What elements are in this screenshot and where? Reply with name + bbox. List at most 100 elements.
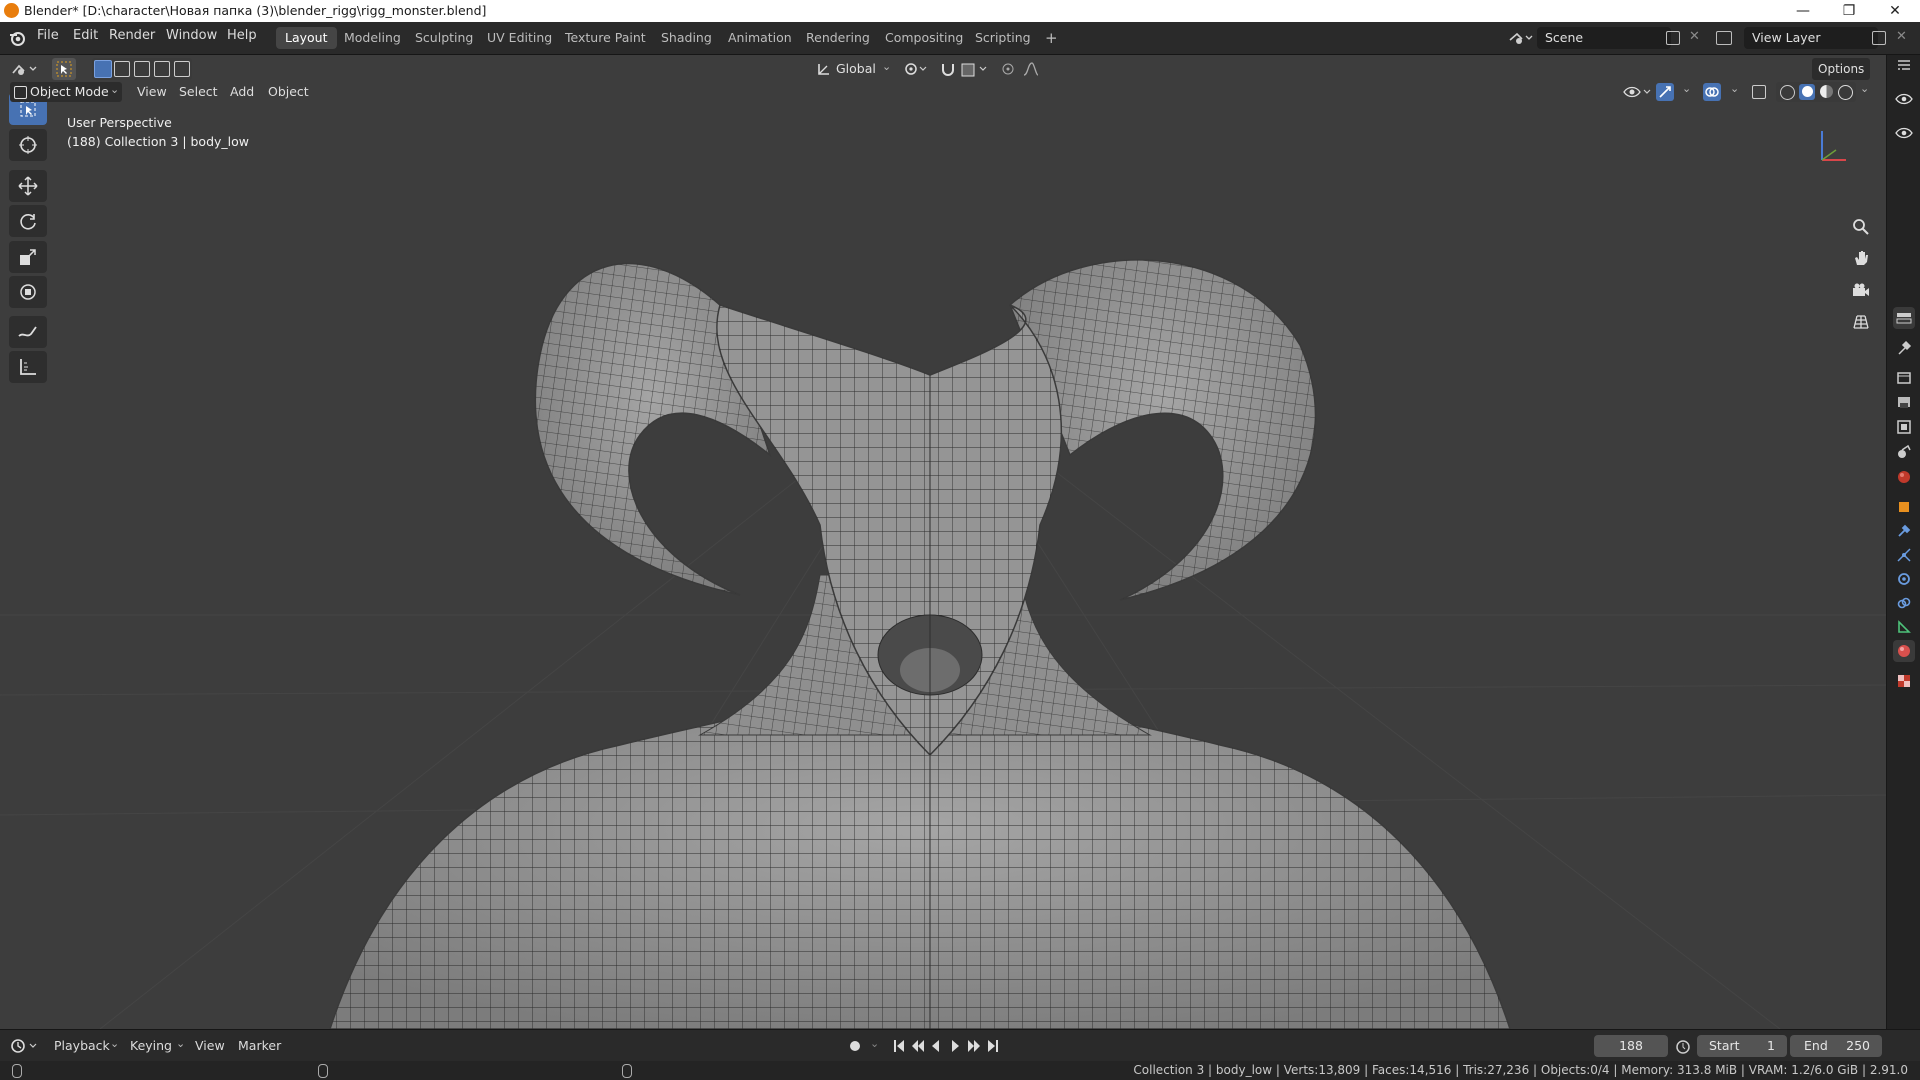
- select-subtract-icon[interactable]: [134, 61, 150, 77]
- transform-orientation-dropdown[interactable]: Global: [836, 61, 876, 76]
- tool-tab[interactable]: [1893, 337, 1915, 359]
- proportional-editing-icon[interactable]: [1000, 60, 1050, 78]
- end-frame-field[interactable]: End 250: [1790, 1035, 1882, 1057]
- data-tab[interactable]: [1893, 616, 1915, 638]
- timeline-menu-playback[interactable]: Playback: [54, 1038, 110, 1053]
- jump-start-button[interactable]: [894, 1035, 912, 1057]
- tab-animation[interactable]: Animation: [719, 27, 801, 49]
- texture-tab[interactable]: [1893, 670, 1915, 692]
- prev-keyframe-button[interactable]: [912, 1035, 932, 1057]
- editor-type-icon[interactable]: [10, 61, 40, 77]
- world-tab[interactable]: [1893, 466, 1915, 488]
- menu-help[interactable]: Help: [227, 28, 257, 43]
- tab-compositing[interactable]: Compositing: [876, 27, 972, 49]
- perspective-toggle-button[interactable]: [1846, 307, 1876, 337]
- tab-scripting[interactable]: Scripting: [966, 27, 1040, 49]
- viewport-scene: [0, 131, 1886, 1029]
- stopwatch-icon[interactable]: [1675, 1038, 1691, 1054]
- visibility-filter-icon[interactable]: [1622, 83, 1652, 101]
- play-button[interactable]: [952, 1035, 972, 1057]
- xray-toggle-icon[interactable]: [1752, 85, 1766, 99]
- view-layer-tab[interactable]: [1893, 416, 1915, 438]
- menu-edit[interactable]: Edit: [73, 28, 98, 43]
- start-frame-field[interactable]: Start 1: [1697, 1035, 1787, 1057]
- overlay-chevron-icon[interactable]: ⌄: [1730, 82, 1739, 95]
- eye-visibility-icon-2[interactable]: [1893, 122, 1915, 144]
- select-new-icon[interactable]: [94, 60, 112, 78]
- scale-tool[interactable]: [9, 241, 47, 273]
- current-frame-field[interactable]: 188: [1594, 1035, 1668, 1057]
- timeline-menu-view[interactable]: View: [195, 1038, 225, 1053]
- physics-tab[interactable]: [1893, 568, 1915, 590]
- add-workspace-button[interactable]: +: [1036, 27, 1067, 49]
- shading-chevron-icon[interactable]: ⌄: [1860, 82, 1869, 95]
- material-tab[interactable]: [1893, 640, 1915, 662]
- gizmo-chevron-icon[interactable]: ⌄: [1682, 82, 1691, 95]
- transform-tool[interactable]: [9, 276, 47, 308]
- view-layer-name-field[interactable]: View Layer: [1744, 27, 1878, 49]
- next-keyframe-button[interactable]: [972, 1035, 992, 1057]
- tab-texture-paint[interactable]: Texture Paint: [556, 27, 655, 49]
- output-tab[interactable]: [1893, 391, 1915, 413]
- zoom-view-button[interactable]: [1846, 212, 1876, 242]
- options-dropdown[interactable]: Options: [1812, 58, 1871, 80]
- timeline-menu-marker[interactable]: Marker: [238, 1038, 281, 1053]
- menu-window[interactable]: Window: [166, 28, 217, 43]
- tab-modeling[interactable]: Modeling: [335, 27, 410, 49]
- pan-view-button[interactable]: [1846, 243, 1876, 273]
- cursor-tool[interactable]: [9, 129, 47, 161]
- particles-tab[interactable]: [1893, 544, 1915, 566]
- move-tool[interactable]: [9, 170, 47, 202]
- delete-view-layer-icon[interactable]: ✕: [1896, 29, 1907, 44]
- close-button[interactable]: ✕: [1872, 0, 1918, 22]
- viewport-menu-select[interactable]: Select: [179, 84, 218, 99]
- select-intersect-icon[interactable]: [174, 61, 190, 77]
- select-extend-icon[interactable]: [114, 61, 130, 77]
- tab-layout[interactable]: Layout: [276, 27, 337, 49]
- tab-uv-editing[interactable]: UV Editing: [478, 27, 561, 49]
- constraints-tab[interactable]: [1893, 592, 1915, 614]
- tab-sculpting[interactable]: Sculpting: [406, 27, 482, 49]
- outliner-toggle-icon[interactable]: [1893, 55, 1915, 77]
- scene-tab[interactable]: [1893, 441, 1915, 463]
- scene-selector-icon[interactable]: [1508, 30, 1534, 46]
- measure-tool[interactable]: [9, 351, 47, 383]
- new-view-layer-icon[interactable]: [1872, 31, 1886, 45]
- object-mode-dropdown[interactable]: Object Mode: [30, 84, 109, 99]
- scene-name-field[interactable]: Scene: [1537, 27, 1671, 49]
- new-scene-icon[interactable]: [1666, 31, 1680, 45]
- eye-visibility-icon[interactable]: [1893, 88, 1915, 110]
- minimize-button[interactable]: —: [1780, 0, 1826, 22]
- timeline-menu-keying[interactable]: Keying: [130, 1038, 172, 1053]
- jump-end-button[interactable]: [992, 1035, 1012, 1057]
- timeline-editor-icon[interactable]: [10, 1038, 40, 1054]
- rotate-tool[interactable]: [9, 205, 47, 237]
- tab-shading[interactable]: Shading: [652, 27, 721, 49]
- viewport-menu-add[interactable]: Add: [230, 84, 254, 99]
- annotate-tool[interactable]: [9, 316, 47, 348]
- delete-scene-icon[interactable]: ✕: [1689, 29, 1700, 44]
- rendered-shading-icon[interactable]: [1838, 85, 1853, 100]
- select-invert-icon[interactable]: [154, 61, 170, 77]
- record-keyframe-icon[interactable]: [850, 1041, 860, 1051]
- 3d-viewport[interactable]: User Perspective (188) Collection 3 | bo…: [0, 55, 1886, 1029]
- viewport-menu-view[interactable]: View: [137, 84, 167, 99]
- auto-key-chevron-icon[interactable]: ⌄: [870, 1037, 879, 1050]
- pivot-point-icon[interactable]: [904, 61, 930, 77]
- blender-menu-icon[interactable]: [8, 29, 26, 47]
- camera-view-button[interactable]: [1846, 275, 1876, 305]
- material-shading-icon[interactable]: [1820, 85, 1833, 98]
- view-layer-selector-icon[interactable]: [1716, 31, 1732, 45]
- tool-settings-tab[interactable]: [1893, 307, 1915, 329]
- maximize-button[interactable]: ❐: [1826, 0, 1872, 22]
- viewport-menu-object[interactable]: Object: [268, 84, 309, 99]
- play-reverse-button[interactable]: [932, 1035, 952, 1057]
- tab-rendering[interactable]: Rendering: [797, 27, 879, 49]
- snapping-icon[interactable]: [940, 60, 990, 78]
- render-tab[interactable]: [1893, 366, 1915, 388]
- menu-file[interactable]: File: [37, 28, 59, 43]
- modifier-tab[interactable]: [1893, 520, 1915, 542]
- menu-render[interactable]: Render: [109, 28, 155, 43]
- wireframe-shading-icon[interactable]: [1780, 85, 1795, 100]
- object-tab[interactable]: [1893, 496, 1915, 518]
